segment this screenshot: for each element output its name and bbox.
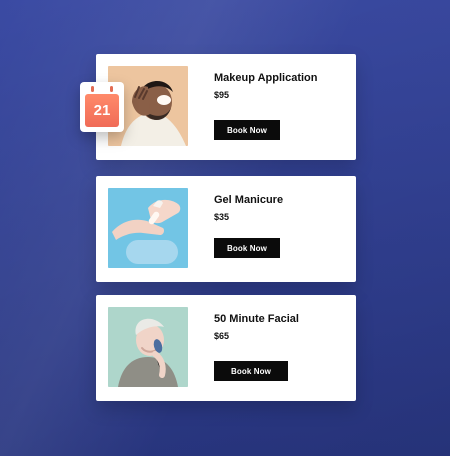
service-title: 50 Minute Facial xyxy=(214,313,299,325)
book-now-button[interactable]: Book Now xyxy=(214,120,280,140)
service-card-makeup-application: Makeup Application $95 Book Now xyxy=(96,54,356,160)
service-card-gel-manicure: Gel Manicure $35 Book Now xyxy=(96,176,356,282)
service-price: $65 xyxy=(214,330,230,341)
book-now-button[interactable]: Book Now xyxy=(214,238,280,258)
calendar-icon: 21 xyxy=(80,82,124,132)
service-card-50-minute-facial: 50 Minute Facial $65 Book Now xyxy=(96,295,356,401)
service-image-50-minute-facial xyxy=(108,307,188,387)
service-price: $95 xyxy=(214,89,230,100)
calendar-day: 21 xyxy=(93,102,111,119)
service-info: Gel Manicure $35 xyxy=(214,194,348,222)
calendar-face: 21 xyxy=(85,94,119,127)
service-image-gel-manicure xyxy=(108,188,188,268)
calendar-rings xyxy=(86,86,118,92)
service-title: Gel Manicure xyxy=(214,194,284,206)
calendar-ring xyxy=(91,86,94,92)
calendar-ring xyxy=(110,86,113,92)
service-info: Makeup Application $95 xyxy=(214,72,348,100)
service-price: $35 xyxy=(214,211,230,222)
book-now-button[interactable]: Book Now xyxy=(214,361,288,381)
service-info: 50 Minute Facial $65 xyxy=(214,313,348,341)
service-title: Makeup Application xyxy=(214,72,318,84)
